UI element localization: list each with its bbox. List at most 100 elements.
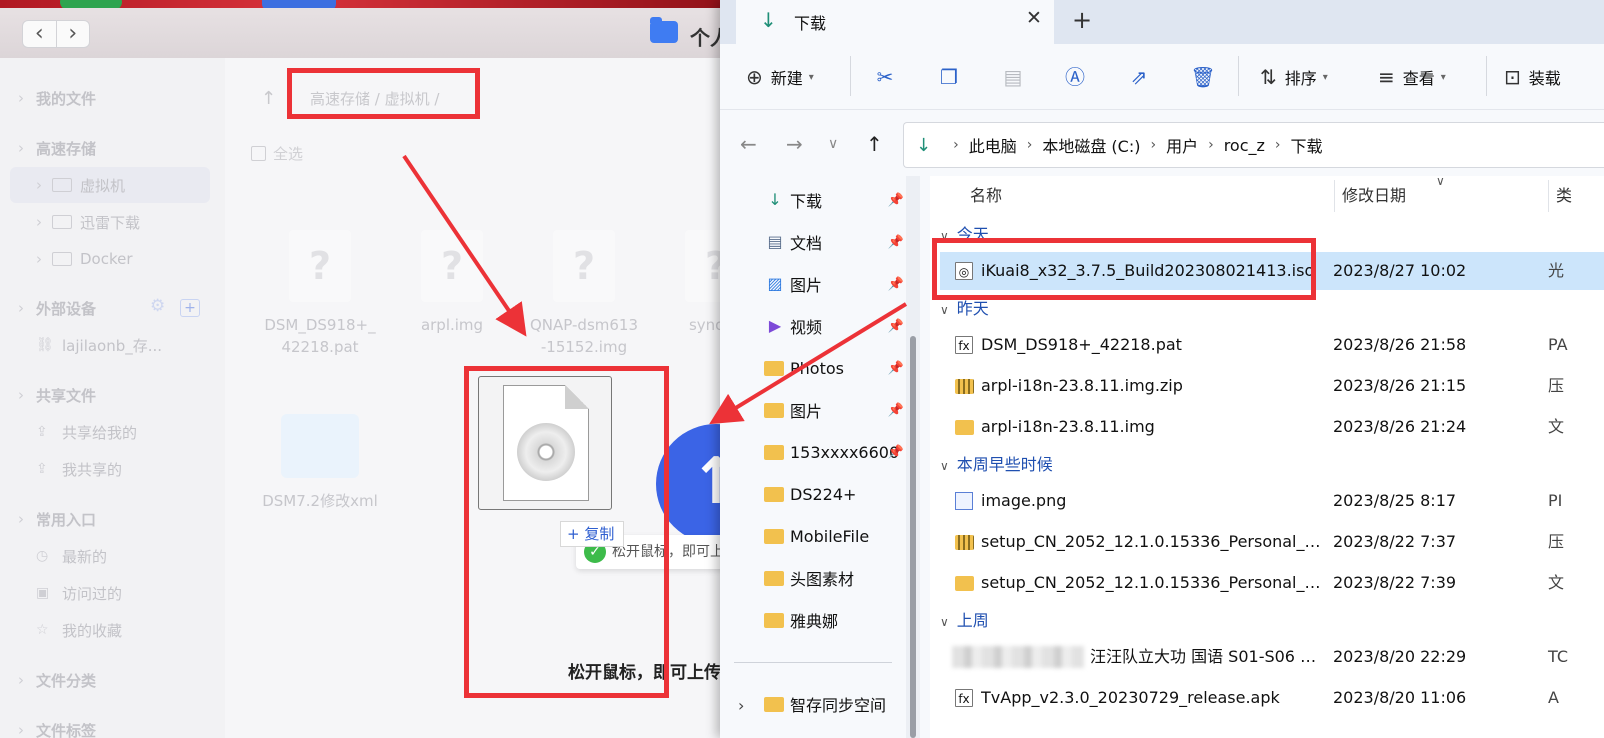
breadcrumb-item[interactable]: 用户 xyxy=(1166,133,1198,157)
nav-item[interactable]: ▤ 文档 📌 xyxy=(764,224,904,260)
sidebar-quick-item[interactable]: ☆ 我的收藏 xyxy=(0,612,225,648)
rename-icon[interactable]: Ⓐ xyxy=(1060,62,1090,92)
share-icon[interactable]: ⇗ xyxy=(1124,62,1154,92)
file-item[interactable]: ? DSM_DS918+_ 42218.pat xyxy=(255,230,385,358)
column-header-name[interactable]: 名称 xyxy=(970,176,1002,216)
file-explorer-window: ↓ 下载 ✕ + ⊕ 新建 ▾ ✂ ❐ ▤ Ⓐ ⇗ 🗑 ⇅ 排序 ▾ ≡ 查看 … xyxy=(720,0,1604,738)
file-name: arpl-i18n-23.8.11.img xyxy=(981,417,1155,436)
file-item[interactable]: ? arpl.img xyxy=(387,230,517,336)
nav-item[interactable]: MobileFile xyxy=(764,518,904,554)
file-row[interactable]: setup_CN_2052_12.1.0.15336_Personal_WP..… xyxy=(940,523,1604,561)
pin-icon[interactable]: 📌 xyxy=(888,193,904,208)
recent-locations-chevron-icon[interactable]: ∨ xyxy=(828,136,838,152)
tab-downloads[interactable]: ↓ 下载 ✕ xyxy=(736,0,1054,44)
sidebar-share-item[interactable]: ⇪ 共享给我的 xyxy=(0,414,225,450)
file-item[interactable]: ? QNAP-dsm613 -15152.img xyxy=(519,230,649,358)
pin-icon[interactable]: 📌 xyxy=(888,403,904,418)
gear-icon[interactable]: ⚙ xyxy=(150,296,165,316)
sidebar-section-header[interactable]: › 共享文件 xyxy=(0,377,225,413)
file-row[interactable]: arpl-i18n-23.8.11.img.zip 2023/8/26 21:15… xyxy=(940,367,1604,405)
file-row[interactable]: arpl-i18n-23.8.11.img 2023/8/26 21:24 文 xyxy=(940,408,1604,446)
back-arrow-icon[interactable]: ← xyxy=(740,132,757,156)
nav-item[interactable]: ↓ 下载 📌 xyxy=(764,182,904,218)
pin-icon[interactable]: 📌 xyxy=(888,235,904,250)
mount-label: 装载 xyxy=(1528,69,1561,88)
nav-item[interactable]: 雅典娜 xyxy=(764,602,904,638)
sidebar-section-header[interactable]: › 常用入口 xyxy=(0,501,225,537)
nav-item[interactable]: 153xxxx6600 📌 xyxy=(764,434,904,470)
pin-icon[interactable]: 📌 xyxy=(888,361,904,376)
nav-scrollbar-thumb[interactable] xyxy=(910,336,916,738)
copy-icon[interactable]: ❐ xyxy=(934,62,964,92)
file-row[interactable]: image.png 2023/8/25 8:17 PI xyxy=(940,482,1604,520)
explorer-tab-bar: ↓ 下载 ✕ + xyxy=(720,0,1604,44)
close-icon[interactable]: ✕ xyxy=(1026,7,1042,29)
blurred-thumbnail xyxy=(952,646,1084,668)
breadcrumb-separator: › xyxy=(1274,137,1281,153)
folder-item[interactable]: DSM7.2修改xml xyxy=(255,414,385,512)
new-button[interactable]: ⊕ 新建 ▾ xyxy=(746,62,814,92)
view-button[interactable]: ≡ 查看 ▾ xyxy=(1378,62,1446,92)
nav-item[interactable]: 图片 📌 xyxy=(764,392,904,428)
group-header[interactable]: ∨ 上周 xyxy=(940,606,989,636)
column-header-type[interactable]: 类 xyxy=(1556,176,1572,216)
pin-icon[interactable]: 📌 xyxy=(888,277,904,292)
new-tab-button[interactable]: + xyxy=(1072,6,1092,34)
mount-button[interactable]: ⊡ 装载 xyxy=(1504,62,1561,92)
sidebar-share-item[interactable]: ⇪ 我共享的 xyxy=(0,451,225,487)
sidebar-folder-item[interactable]: › 虚拟机 xyxy=(10,167,210,203)
nav-item[interactable]: ▶ 视频 📌 xyxy=(764,308,904,344)
nav-item[interactable]: 头图素材 xyxy=(764,560,904,596)
nav-item[interactable]: Photos 📌 xyxy=(764,350,904,386)
select-all-checkbox[interactable] xyxy=(251,146,266,161)
file-row[interactable]: fx TvApp_v2.3.0_20230729_release.apk 2023/… xyxy=(940,679,1604,717)
file-row[interactable]: fx DSM_DS918+_42218.pat 2023/8/26 21:58 PA xyxy=(940,326,1604,364)
address-bar[interactable]: ↓ › 此电脑 › 本地磁盘 (C:) › 用户 › roc_z › 下载 xyxy=(903,122,1604,168)
paste-icon[interactable]: ▤ xyxy=(998,62,1028,92)
file-row[interactable]: setup_CN_2052_12.1.0.15336_Personal_WP..… xyxy=(940,564,1604,602)
nav-item[interactable]: ▨ 图片 📌 xyxy=(764,266,904,302)
pin-icon[interactable]: 📌 xyxy=(888,445,904,460)
cut-icon[interactable]: ✂ xyxy=(870,62,900,92)
breadcrumb-item[interactable]: roc_z xyxy=(1224,136,1265,155)
breadcrumb-item[interactable]: 此电脑 xyxy=(969,133,1017,157)
delete-icon[interactable]: 🗑 xyxy=(1188,62,1218,92)
sidebar-quick-item[interactable]: ▣ 访问过的 xyxy=(0,575,225,611)
forward-arrow-icon[interactable]: › xyxy=(57,21,90,47)
sidebar-quick-item[interactable]: ◷ 最新的 xyxy=(0,538,225,574)
back-arrow-icon[interactable]: ‹ xyxy=(23,21,57,47)
file-date: 2023/8/26 21:58 xyxy=(1333,335,1467,354)
sidebar-folder-item[interactable]: › 迅雷下载 xyxy=(0,204,225,240)
nav-item[interactable]: DS224+ xyxy=(764,476,904,512)
breadcrumb-item[interactable]: 下载 xyxy=(1291,133,1323,157)
file-name: arpl-i18n-23.8.11.img.zip xyxy=(981,376,1183,395)
forward-arrow-icon[interactable]: → xyxy=(786,132,803,156)
sidebar-section-header[interactable]: › 我的文件 xyxy=(0,80,225,116)
up-arrow-icon[interactable]: ↑ xyxy=(261,88,276,109)
column-divider[interactable] xyxy=(1548,180,1549,212)
sidebar-folder-item[interactable]: › Docker xyxy=(0,241,225,277)
sidebar-section-header[interactable]: › 文件分类 xyxy=(0,662,225,698)
folder-icon xyxy=(955,576,974,591)
chevron-right-icon: › xyxy=(18,139,24,157)
chevron-right-icon[interactable]: › xyxy=(738,696,744,715)
breadcrumb-item[interactable]: 本地磁盘 (C:) xyxy=(1042,133,1140,157)
sidebar-section-header[interactable]: › 高速存储 xyxy=(0,130,225,166)
sort-label: 排序 xyxy=(1284,69,1317,88)
nav-item-sync-space[interactable]: 智存同步空间 xyxy=(764,686,904,722)
tab-title: 下载 xyxy=(794,14,827,33)
sidebar-item-label: 文件分类 xyxy=(36,671,97,690)
nav-item-label: 153xxxx6600 xyxy=(790,442,900,462)
folder-icon xyxy=(955,420,974,435)
chevron-down-icon: ▾ xyxy=(808,71,814,83)
up-arrow-icon[interactable]: ↑ xyxy=(866,132,883,156)
file-row[interactable]: 汪汪队立大功 国语 S01-S06 216... 2023/8/20 22:29 T… xyxy=(940,638,1604,676)
column-divider[interactable] xyxy=(1334,180,1335,212)
add-device-button[interactable]: + xyxy=(180,299,200,317)
column-header-date[interactable]: 修改日期 xyxy=(1342,176,1406,216)
group-header[interactable]: ∨ 本周早些时候 xyxy=(940,450,1053,480)
sidebar-device-item[interactable]: ⛓ lajilaonb_存... xyxy=(0,327,225,363)
pin-icon[interactable]: 📌 xyxy=(888,319,904,334)
sidebar-section-header[interactable]: › 文件标签 xyxy=(0,712,225,738)
sort-button[interactable]: ⇅ 排序 ▾ xyxy=(1260,62,1328,92)
